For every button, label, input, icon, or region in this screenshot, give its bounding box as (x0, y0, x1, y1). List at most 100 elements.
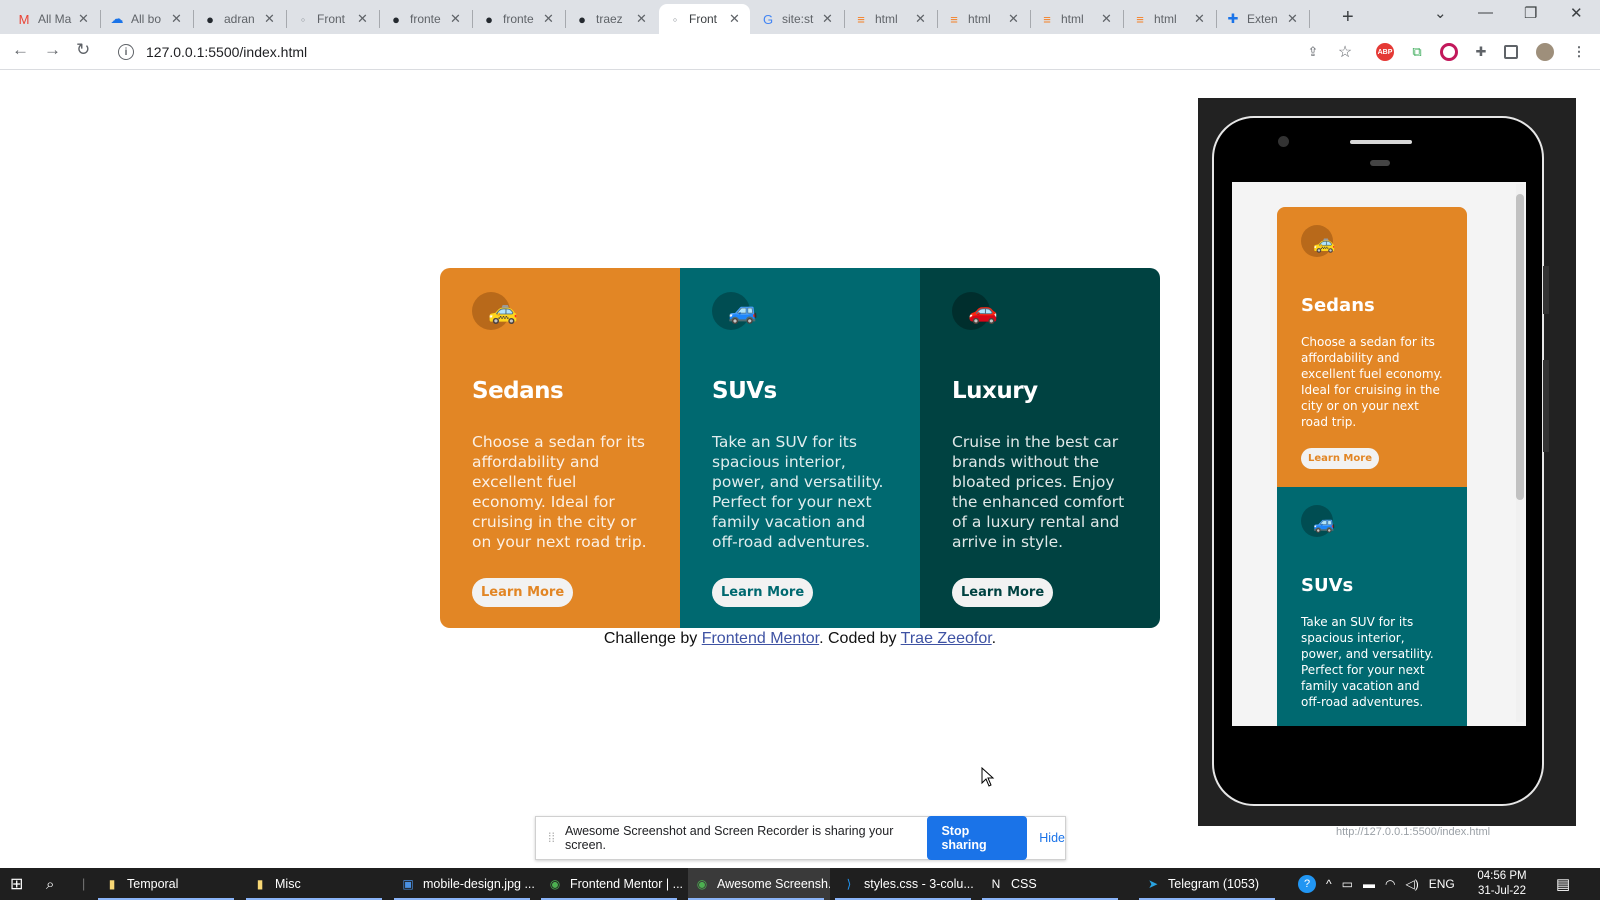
browser-tab[interactable]: ☁ All bo ✕ (101, 4, 192, 34)
taskbar-app[interactable]: ▮ Misc (246, 868, 388, 900)
volume-icon[interactable]: ◁) (1405, 877, 1418, 891)
taskbar-app[interactable]: ▣ mobile-design.jpg ... (394, 868, 536, 900)
learn-more-button[interactable]: Learn More (712, 578, 814, 607)
puzzle-icon: ✚ (1227, 11, 1239, 26)
notifications-icon[interactable]: ▤ (1556, 868, 1570, 900)
side-panel-icon[interactable] (1504, 45, 1518, 59)
help-icon[interactable]: ? (1298, 875, 1316, 893)
address-bar[interactable]: i 127.0.0.1:5500/index.html (110, 37, 1340, 67)
tab-title: fronte (410, 12, 441, 26)
translate-extension-icon[interactable]: ⧉ (1408, 43, 1426, 61)
taskbar-app-label: Temporal (127, 877, 179, 891)
hide-button[interactable]: Hide (1039, 831, 1065, 845)
bookmark-star-icon[interactable]: ☆ (1336, 43, 1354, 61)
close-tab-icon[interactable]: ✕ (822, 11, 833, 27)
close-tab-icon[interactable]: ✕ (729, 11, 740, 27)
tab-title: html (1154, 12, 1177, 26)
taskbar-app-label: CSS (1011, 877, 1037, 891)
clock[interactable]: 04:56 PM 31-Jul-22 (1472, 869, 1532, 899)
google-icon: G (762, 11, 774, 27)
frontend-mentor-link[interactable]: Frontend Mentor (702, 630, 819, 647)
luxury-car-icon: 🚗 (952, 292, 1018, 332)
taskbar-app-label: Frontend Mentor | ... (570, 877, 683, 891)
close-tab-icon[interactable]: ✕ (357, 11, 368, 27)
attribution-suffix: . (991, 630, 997, 647)
meet-icon[interactable]: ▭ (1342, 877, 1353, 891)
browser-tab[interactable]: ◦ Front ✕ (659, 4, 750, 34)
folder-icon: ▮ (256, 877, 264, 891)
taskbar-app[interactable]: ➤ Telegram (1053) (1139, 868, 1281, 900)
learn-more-button[interactable]: Learn More (952, 578, 1054, 607)
browser-tab[interactable]: ≡ html ✕ (1031, 4, 1122, 34)
close-tab-icon[interactable]: ✕ (915, 11, 926, 27)
site-info-icon[interactable]: i (118, 44, 134, 60)
back-icon[interactable]: ← (12, 40, 29, 60)
mobile-card-suvs: 🚙 SUVs Take an SUV for its spacious inte… (1277, 487, 1467, 726)
browser-tab[interactable]: ◦ Front ✕ (287, 4, 378, 34)
close-tab-icon[interactable]: ✕ (171, 11, 182, 27)
profile-avatar[interactable] (1536, 43, 1554, 61)
author-link[interactable]: Trae Zeeofor (901, 630, 992, 647)
learn-more-button[interactable]: Learn More (1301, 448, 1379, 469)
cloud-icon: ☁ (110, 11, 124, 26)
stop-sharing-button[interactable]: Stop sharing (927, 816, 1028, 860)
close-tab-icon[interactable]: ✕ (1101, 11, 1112, 27)
learn-more-button[interactable]: Learn More (472, 578, 574, 607)
phone-screen[interactable]: 🚕 Sedans Choose a sedan for its affordab… (1232, 182, 1526, 726)
close-tab-icon[interactable]: ✕ (1194, 11, 1205, 27)
chevron-up-icon[interactable]: ^ (1326, 877, 1332, 891)
close-window-icon[interactable]: ✕ (1570, 4, 1583, 22)
browser-tab[interactable]: M All Ma ✕ (8, 4, 99, 34)
telegram-icon: ➤ (1147, 877, 1159, 891)
forward-icon[interactable]: → (44, 40, 61, 60)
tab-title: html (875, 12, 898, 26)
taskbar-app[interactable]: N CSS (982, 868, 1124, 900)
close-tab-icon[interactable]: ✕ (1287, 11, 1298, 27)
windows-start-icon[interactable]: ⊞ (4, 868, 34, 900)
wifi-icon[interactable]: ◠ (1385, 877, 1395, 891)
taskbar-app[interactable]: ▮ Temporal (98, 868, 240, 900)
browser-tab[interactable]: ≡ html ✕ (938, 4, 1029, 34)
close-tab-icon[interactable]: ✕ (636, 11, 647, 27)
scrollbar-thumb[interactable] (1516, 194, 1524, 500)
browser-tab[interactable]: ● fronte ✕ (473, 4, 564, 34)
browser-tab[interactable]: ≡ html ✕ (845, 4, 936, 34)
drag-handle-icon[interactable]: ⁞⁞ (548, 831, 555, 845)
taskbar-app[interactable]: ◉ Frontend Mentor | ... (541, 868, 683, 900)
new-tab-button[interactable]: + (1342, 6, 1354, 29)
close-tab-icon[interactable]: ✕ (264, 11, 275, 27)
minimize-icon[interactable]: — (1478, 4, 1493, 21)
date: 31-Jul-22 (1478, 885, 1526, 897)
battery-icon[interactable]: ▬ (1363, 877, 1375, 891)
stackoverflow-icon: ≡ (857, 11, 865, 27)
browser-tab[interactable]: ✚ Exten ✕ (1217, 4, 1308, 34)
card-sedans: 🚕 Sedans Choose a sedan for its affordab… (440, 268, 680, 628)
browser-tab[interactable]: ● fronte ✕ (380, 4, 471, 34)
menu-icon[interactable]: ⋮ (1570, 43, 1588, 61)
tab-title: All Ma (38, 12, 72, 26)
tab-search-icon[interactable]: ⌄ (1434, 4, 1447, 22)
extensions-puzzle-icon[interactable]: ✚ (1472, 43, 1490, 61)
taskbar-app[interactable]: ⟩ styles.css - 3-colu... (835, 868, 977, 900)
close-tab-icon[interactable]: ✕ (450, 11, 461, 27)
language-indicator[interactable]: ENG (1429, 877, 1455, 891)
browser-tab[interactable]: Gsite:st ✕ (752, 4, 843, 34)
close-tab-icon[interactable]: ✕ (1008, 11, 1019, 27)
taskbar-app[interactable]: ◉ Awesome Screensh... (688, 868, 830, 900)
close-tab-icon[interactable]: ✕ (543, 11, 554, 27)
browser-tab[interactable]: ● traez ✕ (566, 4, 657, 34)
browser-tab[interactable]: ≡ html ✕ (1124, 4, 1215, 34)
search-icon[interactable]: ⌕ (40, 868, 70, 900)
close-tab-icon[interactable]: ✕ (78, 11, 89, 27)
browser-tab[interactable]: ● adran ✕ (194, 4, 285, 34)
maximize-icon[interactable]: ❐ (1524, 4, 1537, 22)
github-icon: ● (578, 11, 586, 27)
screen-recorder-extension-icon[interactable] (1440, 43, 1458, 61)
reload-icon[interactable]: ↻ (76, 40, 90, 60)
suv-icon: 🚙 (712, 292, 778, 332)
adblock-icon[interactable]: ABP (1376, 43, 1394, 61)
tab-title: site:st (782, 12, 814, 26)
share-icon[interactable]: ⇪ (1304, 43, 1322, 61)
tab-title: All bo (131, 12, 162, 26)
cards-container: 🚕 Sedans Choose a sedan for its affordab… (440, 268, 1160, 628)
